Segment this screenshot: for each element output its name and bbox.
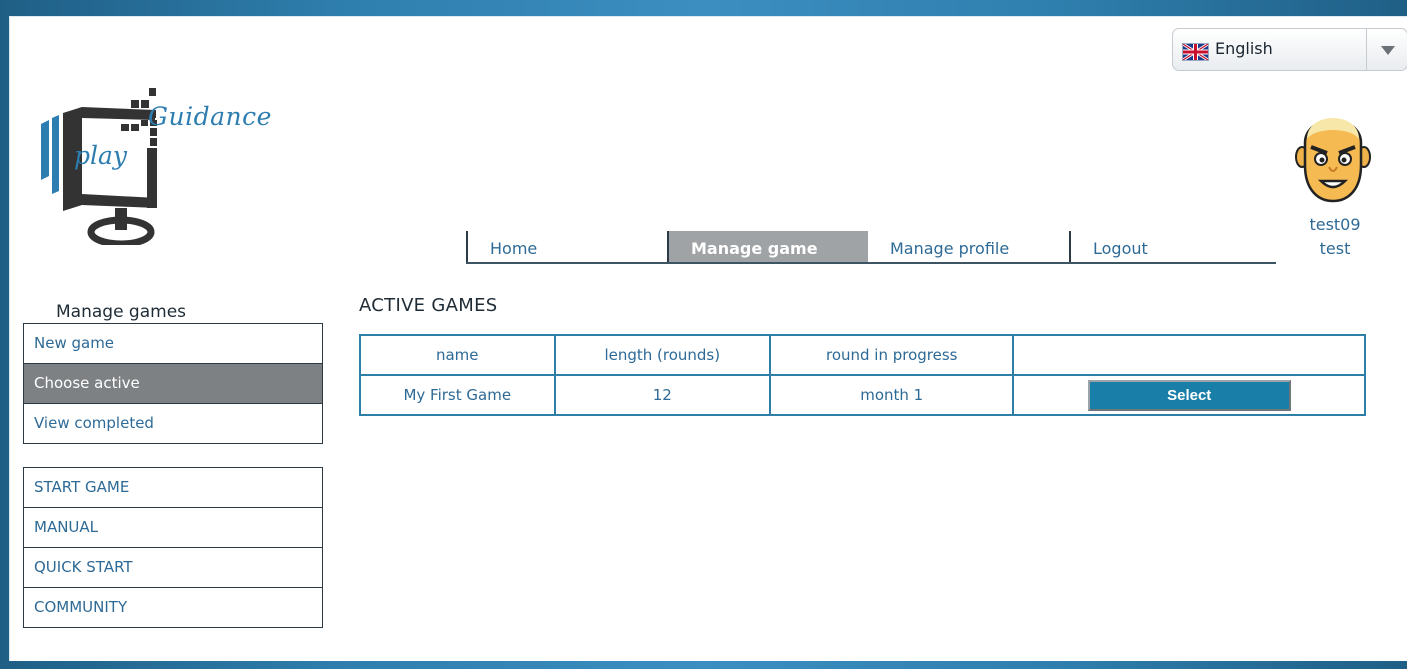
- user-name: test09: [1309, 215, 1361, 234]
- cell-game-name: My First Game: [359, 374, 556, 416]
- column-header-action: [1012, 334, 1366, 376]
- sidebar-item-quick-start[interactable]: QUICK START: [24, 548, 322, 588]
- nav-manage-game[interactable]: Manage game: [667, 231, 868, 262]
- page-frame: English Guidance play test09 test Home M…: [9, 16, 1407, 661]
- table-row: My First Game 12 month 1 Select: [359, 374, 1366, 416]
- nav-manage-profile[interactable]: Manage profile: [868, 231, 1069, 262]
- column-header-round: round in progress: [769, 334, 1015, 376]
- cell-game-round: month 1: [769, 374, 1015, 416]
- uk-flag-icon: [1182, 43, 1209, 61]
- language-label: English: [1215, 39, 1273, 58]
- sidebar-title: Manage games: [56, 302, 187, 322]
- select-button[interactable]: Select: [1087, 379, 1291, 411]
- language-selector[interactable]: English: [1172, 28, 1407, 71]
- column-header-name: name: [359, 334, 556, 376]
- sidebar-item-view-completed[interactable]: View completed: [24, 404, 322, 444]
- column-header-length: length (rounds): [553, 334, 772, 376]
- avatar[interactable]: [1295, 103, 1371, 203]
- active-games-table: name length (rounds) round in progress M…: [359, 334, 1366, 416]
- nav-home[interactable]: Home: [466, 231, 667, 262]
- table-header-row: name length (rounds) round in progress: [359, 334, 1366, 376]
- nav-logout[interactable]: Logout: [1069, 231, 1270, 262]
- chevron-down-icon[interactable]: [1381, 46, 1395, 55]
- main-nav: Home Manage game Manage profile Logout: [466, 231, 1276, 264]
- dropdown-divider: [1366, 29, 1367, 70]
- sidebar-item-community[interactable]: COMMUNITY: [24, 588, 322, 628]
- sidebar-menu-links: START GAME MANUAL QUICK START COMMUNITY: [23, 467, 323, 628]
- brand-prefix: play: [74, 141, 128, 170]
- sidebar-item-manual[interactable]: MANUAL: [24, 508, 322, 548]
- sidebar-menu-games: New game Choose active View completed: [23, 323, 323, 444]
- user-subtitle: test: [1319, 239, 1351, 258]
- sidebar-item-start-game[interactable]: START GAME: [24, 468, 322, 508]
- logo[interactable]: Guidance play: [37, 80, 271, 248]
- sidebar-item-choose-active[interactable]: Choose active: [24, 364, 322, 404]
- cell-game-length: 12: [553, 374, 772, 416]
- brand-word: Guidance: [148, 102, 272, 131]
- sidebar-item-new-game[interactable]: New game: [24, 324, 322, 364]
- cell-game-action: Select: [1012, 374, 1366, 416]
- page-title: ACTIVE GAMES: [359, 295, 498, 316]
- user-face-icon: [1295, 118, 1371, 203]
